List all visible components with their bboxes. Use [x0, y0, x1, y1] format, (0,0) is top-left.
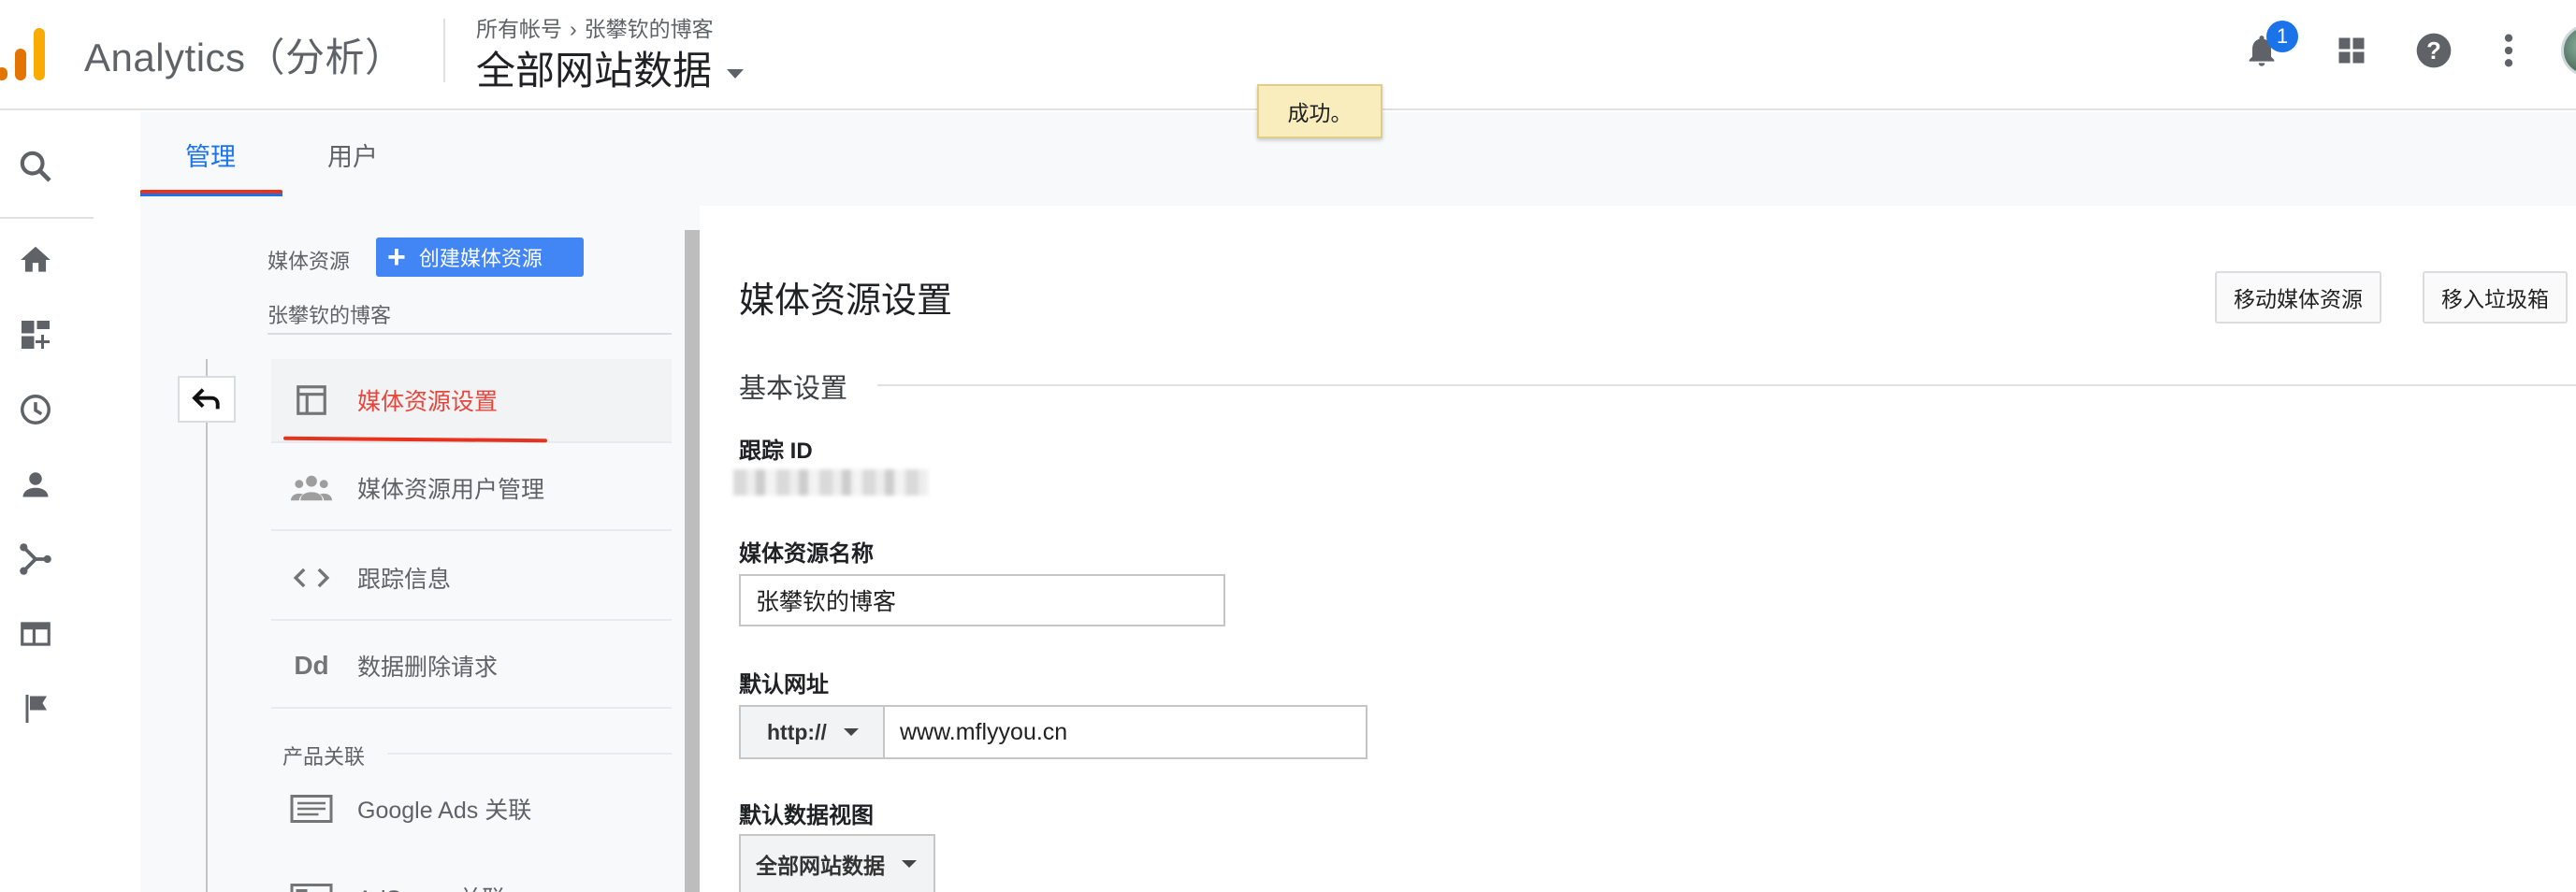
- ads-icon: [282, 790, 340, 827]
- nav-item-property-user-management[interactable]: 媒体资源用户管理: [271, 447, 672, 531]
- layout-icon: [282, 381, 340, 419]
- account-avatar[interactable]: [2561, 24, 2576, 77]
- property-name-field[interactable]: 张攀钦的博客: [739, 574, 1225, 626]
- nav-item-adsense-linking[interactable]: AdSense 关联: [271, 855, 672, 892]
- move-property-button[interactable]: 移动媒体资源: [2215, 271, 2381, 324]
- property-section-label: 媒体资源: [268, 250, 351, 273]
- nav-item-property-settings[interactable]: 媒体资源设置: [271, 359, 672, 443]
- page-title: 媒体资源设置: [739, 281, 953, 321]
- nav-item-google-ads-linking[interactable]: Google Ads 关联: [271, 767, 672, 851]
- notification-count-badge: 1: [2266, 21, 2298, 52]
- red-annotation-underline: [140, 190, 282, 194]
- search-icon[interactable]: [13, 144, 58, 189]
- code-icon: [282, 559, 340, 597]
- breadcrumb[interactable]: 所有帐号 › 张攀钦的博客: [476, 11, 714, 43]
- panel-scrollbar[interactable]: [685, 230, 700, 892]
- conversions-flag-icon[interactable]: [13, 686, 58, 731]
- nav-item-label: 媒体资源用户管理: [357, 477, 545, 503]
- protocol-value: http://: [767, 719, 827, 744]
- header-divider: [443, 19, 445, 82]
- back-arrow-button[interactable]: [178, 376, 236, 423]
- svg-text:?: ?: [2426, 38, 2441, 65]
- tab-admin[interactable]: 管理: [185, 137, 236, 173]
- create-property-button[interactable]: + 创建媒体资源: [376, 237, 584, 277]
- basic-settings-heading: 基本设置: [739, 374, 848, 404]
- view-selector[interactable]: 全部网站数据: [476, 39, 745, 96]
- chevron-right-icon: ›: [570, 17, 577, 41]
- view-selector-label: 全部网站数据: [476, 49, 713, 93]
- caret-down-icon: [727, 68, 745, 79]
- tracking-id-label: 跟踪 ID: [739, 439, 813, 464]
- caret-down-icon: [902, 860, 917, 868]
- audience-person-icon[interactable]: [13, 462, 58, 507]
- rail-divider: [0, 217, 94, 219]
- property-selector-underline: [268, 333, 672, 335]
- property-name-label: 媒体资源名称: [739, 541, 874, 567]
- breadcrumb-property[interactable]: 张攀钦的博客: [585, 17, 714, 41]
- help-icon[interactable]: ?: [2408, 24, 2460, 77]
- nav-item-tracking-info[interactable]: 跟踪信息: [271, 537, 672, 621]
- analytics-logo-icon[interactable]: [0, 21, 49, 80]
- behavior-icon[interactable]: [13, 611, 58, 656]
- default-view-value: 全部网站数据: [756, 854, 885, 878]
- adsense-icon: [282, 879, 340, 892]
- tab-user[interactable]: 用户: [327, 137, 378, 173]
- apps-grid-icon[interactable]: [2325, 24, 2378, 77]
- default-url-label: 默认网址: [739, 672, 829, 698]
- plus-icon: +: [387, 239, 406, 275]
- home-icon[interactable]: [13, 237, 58, 282]
- dashboard-add-icon[interactable]: [13, 312, 58, 357]
- left-icon-rail: [0, 112, 97, 892]
- create-property-label: 创建媒体资源: [418, 247, 543, 270]
- default-view-label: 默认数据视图: [739, 803, 874, 828]
- column-divider: [206, 359, 208, 892]
- breadcrumb-account[interactable]: 所有帐号: [476, 17, 562, 41]
- caret-down-icon: [843, 728, 859, 736]
- default-view-dropdown[interactable]: 全部网站数据: [739, 834, 935, 892]
- default-url-field[interactable]: www.mflyyou.cn: [883, 705, 1368, 759]
- success-toast: 成功。: [1257, 84, 1382, 138]
- nav-item-label: 跟踪信息: [357, 567, 452, 593]
- product-linking-divider: [387, 753, 672, 755]
- more-vert-icon[interactable]: [2482, 24, 2535, 77]
- protocol-dropdown[interactable]: http://: [739, 705, 885, 759]
- app-title: Analytics（分析）: [84, 36, 405, 79]
- nav-item-label: AdSense 关联: [357, 881, 505, 892]
- people-icon: [282, 469, 340, 507]
- tracking-id-value-redacted: [733, 469, 928, 496]
- nav-item-label: Google Ads 关联: [357, 798, 532, 824]
- realtime-clock-icon[interactable]: [13, 387, 58, 432]
- nav-item-label: 数据删除请求: [357, 655, 499, 681]
- dd-icon: Dd: [294, 651, 329, 680]
- nav-item-data-deletion[interactable]: Dd 数据删除请求: [271, 625, 672, 709]
- move-to-trash-button[interactable]: 移入垃圾箱: [2423, 271, 2568, 324]
- acquisition-icon[interactable]: [13, 537, 58, 582]
- basic-settings-divider: [877, 384, 2576, 386]
- nav-item-label: 媒体资源设置: [357, 389, 499, 415]
- property-selector[interactable]: 张攀钦的博客: [268, 299, 391, 329]
